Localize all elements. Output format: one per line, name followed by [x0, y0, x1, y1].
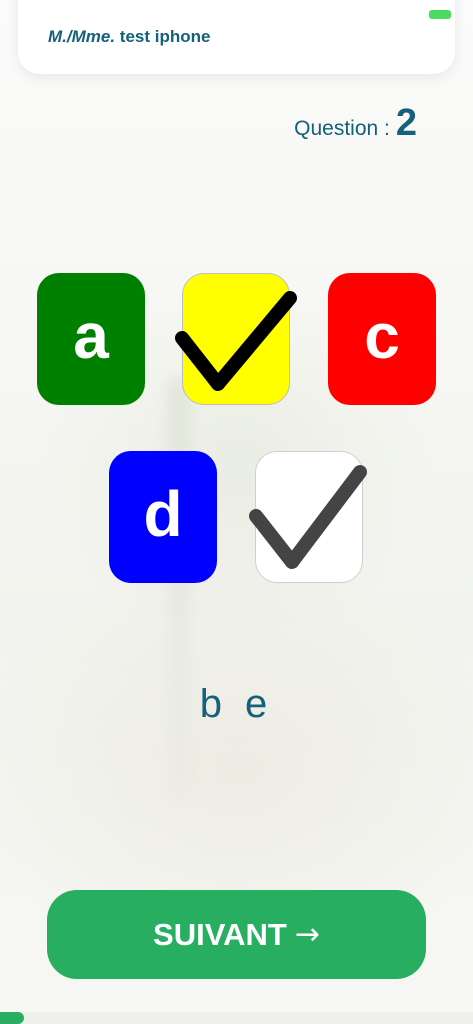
question-indicator: Question : 2: [294, 102, 417, 145]
progress-track: [0, 1012, 473, 1024]
battery-indicator: [429, 10, 451, 19]
selected-answer-text: b e: [199, 682, 274, 726]
checkmark-icon: [249, 465, 367, 569]
tile-letter: d: [143, 478, 183, 550]
background-tree: [168, 380, 190, 800]
next-button-label: SUIVANT: [153, 916, 287, 952]
question-number: 2: [395, 102, 417, 144]
user-name: test iphone: [119, 27, 211, 46]
next-button[interactable]: SUIVANT →: [47, 890, 426, 979]
checkmark-icon: [175, 291, 297, 391]
letter-tile-d[interactable]: d: [109, 451, 217, 583]
background-image: [0, 0, 473, 1024]
tile-letter: a: [73, 300, 109, 372]
tile-letter: c: [364, 300, 400, 372]
question-label: Question :: [294, 117, 390, 140]
progress-fill: [0, 1012, 24, 1024]
user-greeting: M./Mme. test iphone: [48, 27, 210, 47]
letter-tile-a[interactable]: a: [37, 273, 145, 405]
user-header-card: M./Mme. test iphone: [18, 0, 455, 74]
letter-tile-c[interactable]: c: [328, 273, 436, 405]
arrow-right-icon: →: [294, 917, 320, 952]
user-salutation: M./Mme.: [48, 27, 116, 46]
